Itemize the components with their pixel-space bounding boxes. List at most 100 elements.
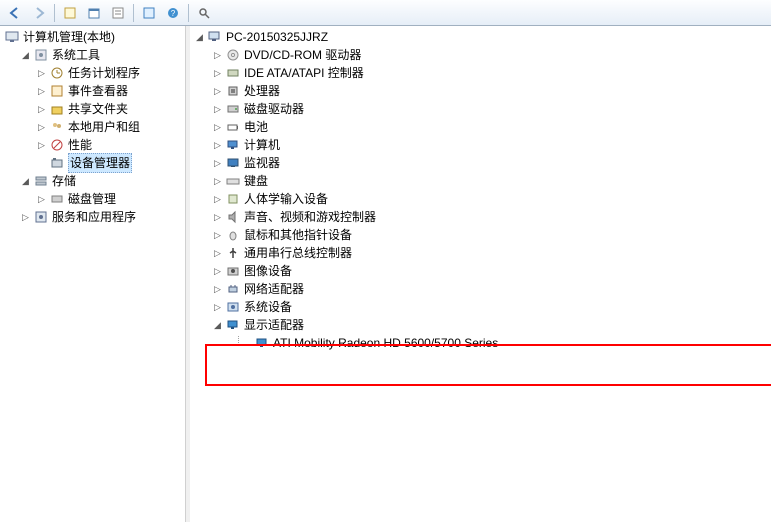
expand-icon[interactable]: ▷ — [212, 140, 223, 151]
expand-icon[interactable]: ▷ — [212, 266, 223, 277]
network-icon — [225, 281, 241, 297]
tree-item[interactable]: ▷ 共享文件夹 — [0, 100, 185, 118]
collapse-icon[interactable]: ◢ — [212, 320, 223, 331]
tree-label: 鼠标和其他指针设备 — [244, 226, 352, 244]
toolbar-separator — [188, 4, 189, 22]
search-button[interactable] — [193, 2, 215, 24]
view-button[interactable] — [107, 2, 129, 24]
display-icon — [225, 317, 241, 333]
expand-icon[interactable]: ▷ — [36, 68, 47, 79]
expand-icon[interactable]: ▷ — [212, 248, 223, 259]
expand-icon[interactable]: ▷ — [36, 140, 47, 151]
expand-icon[interactable]: ▷ — [212, 230, 223, 241]
collapse-icon[interactable]: ◢ — [194, 32, 205, 43]
expand-icon[interactable]: ▷ — [212, 302, 223, 313]
cd-icon — [225, 47, 241, 63]
back-button[interactable] — [4, 2, 26, 24]
tree-item[interactable]: ▷ 任务计划程序 — [0, 64, 185, 82]
device-category[interactable]: ◢ 显示适配器 — [190, 316, 771, 334]
tree-item[interactable]: ▷磁盘管理 — [0, 190, 185, 208]
expand-icon[interactable]: ▷ — [212, 212, 223, 223]
tree-label: 任务计划程序 — [68, 64, 140, 82]
expand-icon[interactable]: ▷ — [212, 50, 223, 61]
tree-item[interactable]: 设备管理器 — [0, 154, 185, 172]
tree-item[interactable]: ▷ 事件查看器 — [0, 82, 185, 100]
expand-icon[interactable]: ▷ — [212, 176, 223, 187]
tree-label: PC-20150325JJRZ — [226, 28, 328, 46]
event-icon — [49, 83, 65, 99]
expand-icon[interactable]: ▷ — [212, 104, 223, 115]
properties-button[interactable] — [59, 2, 81, 24]
help-button[interactable]: ? — [162, 2, 184, 24]
expand-icon[interactable]: ▷ — [212, 158, 223, 169]
ide-icon — [225, 65, 241, 81]
cpu-icon — [225, 83, 241, 99]
main-area: 计算机管理(本地) ◢系统工具 ▷ 任务计划程序 ▷ 事件查看器 ▷ 共享文件夹▷本地用户和… — [0, 26, 771, 522]
device-item[interactable]: ATI Mobility Radeon HD 5600/5700 Series — [190, 334, 771, 352]
tree-label: 事件查看器 — [68, 82, 128, 100]
tree-item[interactable]: ▷性能 — [0, 136, 185, 154]
toolbar: ? — [0, 0, 771, 26]
monitor-icon — [225, 155, 241, 171]
device-category[interactable]: ▷ 处理器 — [190, 82, 771, 100]
device-category[interactable]: ▷人体学输入设备 — [190, 190, 771, 208]
tree-label: 键盘 — [244, 172, 268, 190]
device-category[interactable]: ▷磁盘驱动器 — [190, 100, 771, 118]
group-icon — [33, 209, 49, 225]
tree-label: 服务和应用程序 — [52, 208, 136, 226]
expand-icon[interactable]: ▷ — [36, 86, 47, 97]
tree-label: 存储 — [52, 172, 76, 190]
right-tree-pane[interactable]: ◢ PC-20150325JJRZ ▷ DVD/CD-ROM 驱动器▷IDE AT… — [190, 26, 771, 522]
tree-group[interactable]: ▷ 服务和应用程序 — [0, 208, 185, 226]
tree-group[interactable]: ◢ 存储 — [0, 172, 185, 190]
device-category[interactable]: ▷ DVD/CD-ROM 驱动器 — [190, 46, 771, 64]
expand-icon[interactable] — [36, 158, 47, 169]
mouse-icon — [225, 227, 241, 243]
group-icon — [33, 47, 49, 63]
tree-label: 监视器 — [244, 154, 280, 172]
forward-button[interactable] — [28, 2, 50, 24]
refresh-button[interactable] — [138, 2, 160, 24]
tree-group[interactable]: ◢系统工具 — [0, 46, 185, 64]
tree-label: 共享文件夹 — [68, 100, 128, 118]
share-icon — [49, 101, 65, 117]
tree-label: DVD/CD-ROM 驱动器 — [244, 46, 361, 64]
expand-icon[interactable]: ▷ — [212, 68, 223, 79]
expand-icon[interactable]: ▷ — [36, 122, 47, 133]
collapse-icon[interactable]: ◢ — [20, 50, 31, 61]
device-category[interactable]: ▷系统设备 — [190, 298, 771, 316]
device-category[interactable]: ▷ 鼠标和其他指针设备 — [190, 226, 771, 244]
device-category[interactable]: ▷ 监视器 — [190, 154, 771, 172]
device-category[interactable]: ▷电池 — [190, 118, 771, 136]
device-category[interactable]: ▷图像设备 — [190, 262, 771, 280]
device-category[interactable]: ▷ 键盘 — [190, 172, 771, 190]
device-root[interactable]: ◢ PC-20150325JJRZ — [190, 28, 771, 46]
left-tree-pane[interactable]: 计算机管理(本地) ◢系统工具 ▷ 任务计划程序 ▷ 事件查看器 ▷ 共享文件夹▷本地用户和… — [0, 26, 186, 522]
expand-icon[interactable]: ▷ — [212, 194, 223, 205]
device-category[interactable]: ▷IDE ATA/ATAPI 控制器 — [190, 64, 771, 82]
computer-icon — [207, 29, 223, 45]
expand-icon[interactable]: ▷ — [212, 122, 223, 133]
collapse-icon[interactable]: ◢ — [20, 176, 31, 187]
expand-icon[interactable]: ▷ — [212, 86, 223, 97]
disk-icon — [49, 191, 65, 207]
display-icon — [254, 335, 270, 351]
tree-label: 处理器 — [244, 82, 280, 100]
action-button[interactable] — [83, 2, 105, 24]
expand-icon[interactable]: ▷ — [36, 194, 47, 205]
device-category[interactable]: ▷ 声音、视频和游戏控制器 — [190, 208, 771, 226]
tree-label: 显示适配器 — [244, 316, 304, 334]
tree-root[interactable]: 计算机管理(本地) — [0, 28, 185, 46]
device-category[interactable]: ▷网络适配器 — [190, 280, 771, 298]
tree-item[interactable]: ▷本地用户和组 — [0, 118, 185, 136]
tree-label: 声音、视频和游戏控制器 — [244, 208, 376, 226]
expand-icon[interactable]: ▷ — [212, 284, 223, 295]
expand-icon[interactable]: ▷ — [20, 212, 31, 223]
computer-icon — [225, 137, 241, 153]
expand-icon[interactable]: ▷ — [36, 104, 47, 115]
system-icon — [225, 299, 241, 315]
device-category[interactable]: ▷通用串行总线控制器 — [190, 244, 771, 262]
svg-text:?: ? — [171, 9, 176, 18]
clock-icon — [49, 65, 65, 81]
device-category[interactable]: ▷计算机 — [190, 136, 771, 154]
